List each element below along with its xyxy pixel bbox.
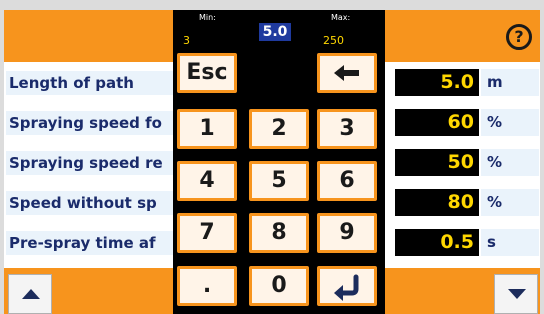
row-unit: % bbox=[481, 109, 539, 136]
key-9[interactable]: 9 bbox=[317, 213, 377, 253]
row-unit: % bbox=[481, 189, 539, 216]
enter-return-icon bbox=[334, 274, 359, 301]
row-label: Speed without sp bbox=[6, 191, 184, 215]
keypad-display: Min: 3 5.0 Max: 250 bbox=[173, 10, 385, 50]
min-label: Min: bbox=[199, 13, 216, 22]
arrow-up-icon bbox=[22, 289, 40, 299]
key-7[interactable]: 7 bbox=[177, 213, 237, 253]
keypad-blank bbox=[249, 53, 309, 93]
scroll-up-button[interactable] bbox=[8, 274, 52, 314]
key-5[interactable]: 5 bbox=[249, 161, 309, 201]
row-label: Length of path bbox=[6, 71, 184, 95]
entry-field[interactable]: 5.0 bbox=[259, 23, 291, 41]
row-unit: % bbox=[481, 149, 539, 176]
row-value[interactable]: 50 bbox=[395, 149, 479, 176]
max-label: Max: bbox=[331, 13, 351, 22]
key-0[interactable]: 0 bbox=[249, 266, 309, 306]
key-1[interactable]: 1 bbox=[177, 109, 237, 149]
backspace-arrow-icon bbox=[334, 65, 359, 81]
row-unit: s bbox=[481, 229, 539, 256]
numeric-keypad: Min: 3 5.0 Max: 250 Esc 1 2 3 4 5 6 7 8 … bbox=[173, 10, 385, 314]
row-value[interactable]: 60 bbox=[395, 109, 479, 136]
enter-button[interactable] bbox=[317, 266, 377, 306]
row-value[interactable]: 80 bbox=[395, 189, 479, 216]
scroll-down-button[interactable] bbox=[494, 274, 538, 314]
row-label: Pre-spray time af bbox=[6, 231, 184, 255]
key-3[interactable]: 3 bbox=[317, 109, 377, 149]
row-label: Spraying speed fo bbox=[6, 111, 184, 135]
question-circle-icon[interactable]: ? bbox=[506, 24, 532, 50]
row-value[interactable]: 5.0 bbox=[395, 69, 479, 96]
arrow-down-icon bbox=[508, 289, 526, 299]
device-frame: ? Length of path 5.0 m Spraying speed fo… bbox=[0, 0, 544, 314]
esc-button[interactable]: Esc bbox=[177, 53, 237, 93]
row-value[interactable]: 0.5 bbox=[395, 229, 479, 256]
row-label: Spraying speed re bbox=[6, 151, 184, 175]
key-4[interactable]: 4 bbox=[177, 161, 237, 201]
backspace-button[interactable] bbox=[317, 53, 377, 93]
key-6[interactable]: 6 bbox=[317, 161, 377, 201]
key-2[interactable]: 2 bbox=[249, 109, 309, 149]
decimal-point-button[interactable]: . bbox=[177, 266, 237, 306]
key-8[interactable]: 8 bbox=[249, 213, 309, 253]
max-value: 250 bbox=[323, 34, 344, 47]
row-unit: m bbox=[481, 69, 539, 96]
min-value: 3 bbox=[183, 34, 190, 47]
